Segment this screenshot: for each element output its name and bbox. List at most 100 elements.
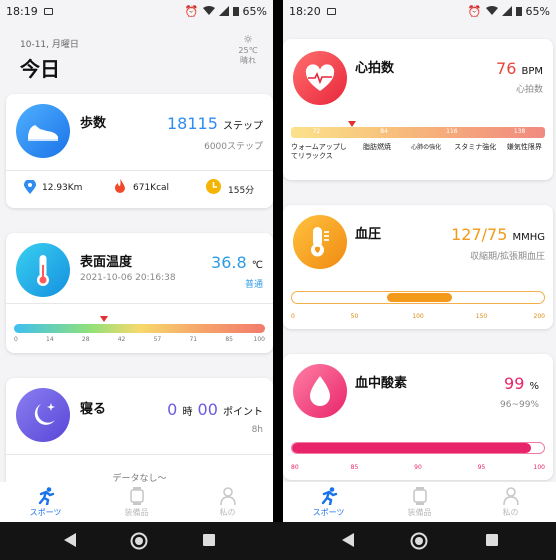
temp-unit: ℃	[251, 260, 263, 271]
bp-icon-circle	[293, 215, 347, 269]
sleep-divider	[6, 454, 273, 455]
sleep-hours: 0	[167, 400, 178, 419]
tick-label: 57	[153, 336, 162, 343]
spo2-ticks: 80 85 90 95 100	[291, 464, 545, 472]
wifi-icon	[485, 6, 498, 15]
status-time: 18:20	[289, 4, 321, 18]
sleep-title: 寝る	[80, 402, 107, 417]
heart-zone-label: 心肺の強化	[411, 144, 442, 151]
battery-icon	[515, 7, 522, 16]
tick-label: 100	[533, 464, 545, 471]
spo2-icon-circle	[293, 364, 347, 418]
tick-label: 71	[189, 336, 198, 343]
nav-me-label: 私の	[219, 507, 236, 517]
sleep-minutes-unit: ポイント	[223, 407, 263, 418]
back-icon[interactable]	[64, 533, 76, 547]
nav-device[interactable]: 装備品	[374, 482, 465, 522]
battery-percent: 65%	[242, 4, 267, 18]
heart-ticks: 72 84 116 138	[291, 128, 545, 136]
date-text: 10-11, 月曜日	[20, 40, 79, 50]
tick-label: 28	[81, 336, 90, 343]
temp-divider	[6, 303, 273, 304]
wifi-icon	[202, 6, 215, 15]
steps-card[interactable]: 歩数 18115 ステップ 6000ステップ 12.93Km 671Kcal 1…	[6, 94, 273, 208]
weather-temp: 25℃	[238, 46, 258, 55]
tick-label: 100	[253, 336, 265, 343]
temp-status: 普通	[244, 280, 263, 290]
weather-widget: ☼ 25℃ 晴れ	[231, 33, 265, 66]
heart-icon-circle	[293, 51, 347, 105]
nav-me[interactable]: 私の	[182, 482, 273, 522]
bp-range-fill	[386, 293, 453, 302]
surface-temp-card[interactable]: 表面温度 2021-10-06 20:16:38 36.8 ℃ 普通 0 14 28…	[6, 233, 273, 353]
heart-zone-label: スタミナ強化	[454, 143, 497, 151]
nav-me[interactable]: 私の	[465, 482, 556, 522]
bottom-nav: スポーツ 装備品 私の	[0, 482, 273, 522]
home-icon[interactable]	[410, 532, 428, 550]
nav-device-label: 装備品	[124, 507, 149, 517]
spo2-value: 99	[504, 374, 525, 393]
home-icon[interactable]	[130, 532, 148, 550]
heart-zone-label: ウォームアップしてリラックス	[291, 143, 347, 160]
nav-sports[interactable]: スポーツ	[0, 482, 91, 522]
nav-device[interactable]: 装備品	[91, 482, 182, 522]
nav-device-label: 装備品	[407, 507, 432, 517]
spo2-sublabel: 96~99%	[500, 400, 539, 410]
tick-label: 72	[312, 128, 321, 135]
calories-value: 671Kcal	[133, 183, 170, 193]
bp-unit: MMHG	[512, 232, 545, 243]
runner-icon	[321, 486, 337, 505]
page-title: 今日	[20, 57, 60, 81]
drop-icon	[310, 376, 330, 406]
minutes-value: 155分	[228, 186, 255, 196]
heart-zone-labels: ウォームアップしてリラックス 脂肪燃焼 心肺の強化 スタミナ強化 嫌気性限界	[291, 143, 549, 173]
clock-icon	[206, 179, 221, 194]
bp-value: 127/75	[451, 225, 508, 244]
tick-label: 200	[533, 313, 545, 320]
tick-label: 116	[446, 128, 458, 135]
sleep-card[interactable]: 寝る 0 時 00 ポイント 8h データなし～	[6, 378, 273, 488]
temp-value: 36.8	[211, 253, 247, 272]
blood-pressure-card[interactable]: 血圧 127/75 MMHG 収縮期/拡張期血圧 0 50 100 150 200	[283, 205, 553, 329]
signal-icon	[501, 6, 512, 16]
temp-icon-circle	[16, 243, 70, 297]
moon-icon	[34, 403, 55, 425]
battery-percent: 65%	[525, 4, 550, 18]
sleep-icon-circle	[16, 388, 70, 442]
heart-pulse-icon	[305, 64, 335, 91]
temp-title: 表面温度	[80, 255, 133, 270]
nav-sports[interactable]: スポーツ	[283, 482, 374, 522]
temp-ticks: 0 14 28 42 57 71 85 100	[14, 336, 265, 344]
recents-icon[interactable]	[203, 534, 215, 546]
tick-label: 138	[513, 128, 526, 135]
steps-value-row: 18115 ステップ	[167, 114, 263, 133]
blood-oxygen-card[interactable]: 血中酸素 99 % 96~99% 80 85 90 95 100	[283, 354, 553, 480]
tick-label: 0	[14, 336, 18, 343]
watch-icon	[129, 486, 144, 505]
weather-text: 晴れ	[240, 56, 256, 65]
bp-ticks: 0 50 100 150 200	[291, 313, 545, 321]
steps-divider	[6, 170, 273, 171]
notification-icon	[326, 7, 336, 15]
heart-rate-card[interactable]: 心拍数 76 BPM 心拍数 72 84 116 138 ウォームアップしてリラックス…	[283, 39, 553, 180]
steps-value: 18115	[167, 114, 218, 133]
heart-value-row: 76 BPM	[496, 59, 543, 78]
steps-icon-circle	[16, 104, 70, 158]
sleep-value-row: 0 時 00 ポイント	[167, 400, 263, 419]
tick-label: 50	[350, 313, 359, 320]
tick-label: 95	[477, 464, 486, 471]
bp-range-bar	[291, 291, 545, 304]
bp-title: 血圧	[355, 227, 382, 242]
tick-label: 100	[412, 313, 424, 320]
nav-sports-label: スポーツ	[29, 507, 62, 517]
person-icon	[502, 486, 519, 505]
status-bar: 18:19 ⏰ 65%	[0, 0, 273, 22]
back-icon[interactable]	[342, 533, 354, 547]
sun-icon: ☼	[243, 33, 253, 46]
status-time: 18:19	[6, 4, 38, 18]
recents-icon[interactable]	[486, 534, 498, 546]
tick-label: 80	[291, 464, 299, 471]
temp-value-row: 36.8 ℃	[211, 253, 263, 272]
temp-timestamp: 2021-10-06 20:16:38	[80, 273, 176, 283]
spo2-unit: %	[529, 381, 539, 392]
